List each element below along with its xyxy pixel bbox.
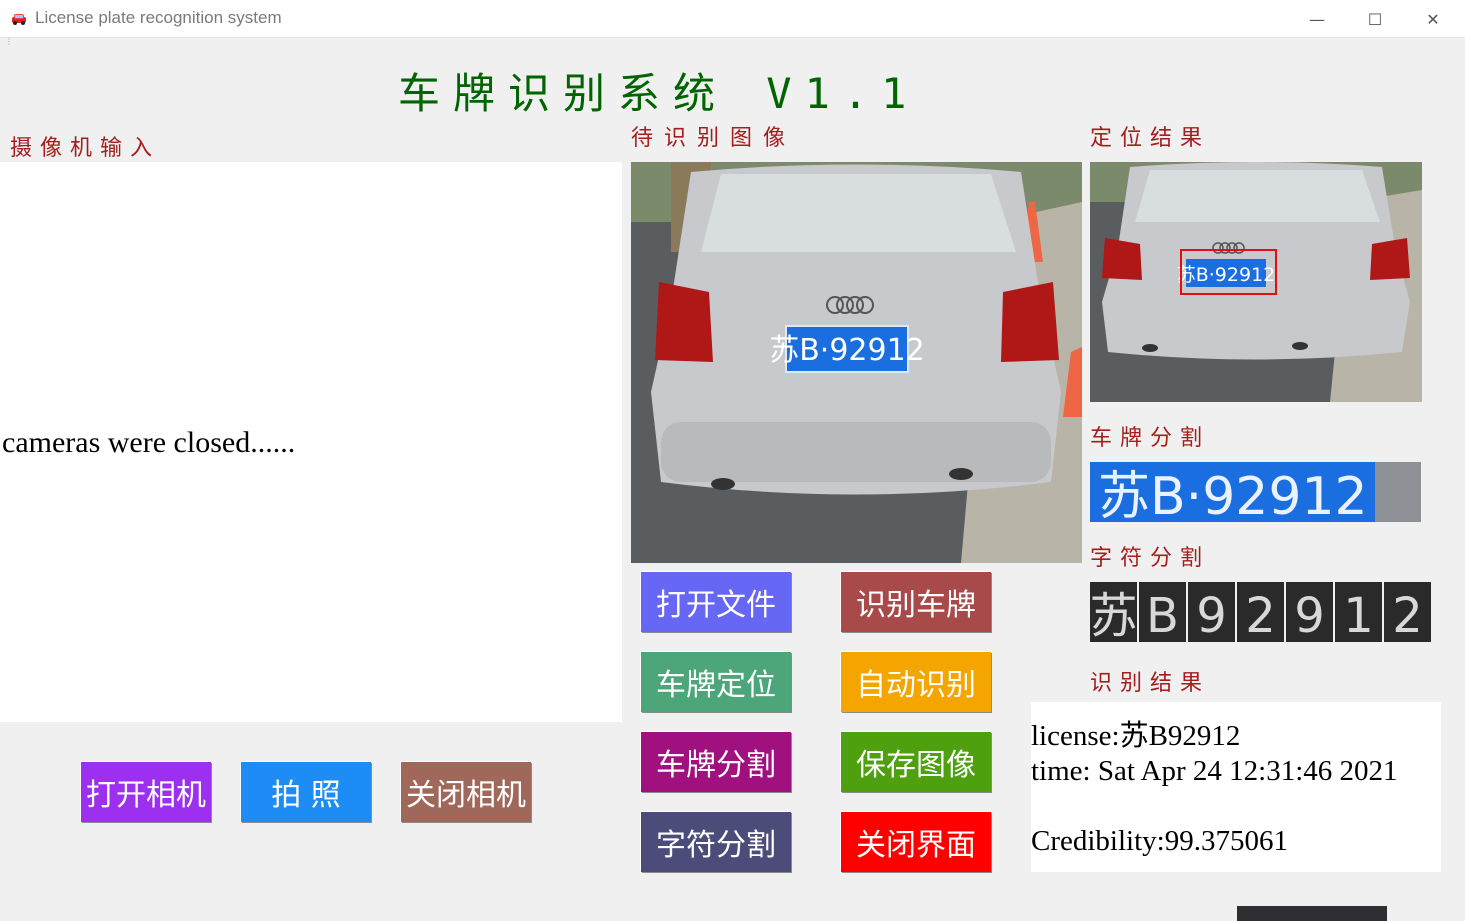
result-time: time: Sat Apr 24 12:31:46 2021	[1031, 755, 1398, 787]
segment-plate-button[interactable]: 车牌分割	[641, 732, 791, 792]
app-title: 车牌识别系统 V1.1	[398, 69, 920, 118]
location-result-label: 定位结果	[1090, 126, 1211, 151]
plate-segment-text: 苏B·92912	[1098, 467, 1368, 522]
open-file-button[interactable]: 打开文件	[641, 572, 791, 632]
input-car-image: 苏B·92912	[631, 162, 1082, 563]
camera-status-text: cameras were closed......	[2, 426, 296, 459]
recognize-plate-button[interactable]: 识别车牌	[841, 572, 991, 632]
char-tile-text: 苏	[1090, 588, 1138, 642]
maximize-button[interactable]: ☐	[1346, 0, 1404, 38]
maximize-icon: ☐	[1367, 9, 1383, 29]
close-window-button[interactable]: ✕	[1404, 0, 1462, 38]
char-tile-text: 2	[1245, 588, 1276, 642]
locate-plate-button[interactable]: 车牌定位	[641, 652, 791, 712]
recognition-result-label: 识别结果	[1090, 671, 1211, 696]
close-ui-button[interactable]: 关闭界面	[841, 812, 991, 872]
result-spacer	[1031, 789, 1441, 824]
char-tile-1: B	[1139, 582, 1186, 642]
result-license: license:苏B92912	[1031, 720, 1241, 752]
recognition-result-box: license:苏B92912 time: Sat Apr 24 12:31:4…	[1031, 702, 1441, 872]
image-to-recognize-label: 待识别图像	[631, 126, 797, 151]
location-result-image: 苏B·92912	[1090, 162, 1422, 402]
plate-text: 苏B·92912	[769, 333, 925, 368]
char-tile-text: 1	[1343, 588, 1374, 642]
char-tile-4: 9	[1286, 582, 1333, 642]
plate-segment-image: 苏B·92912	[1090, 462, 1421, 522]
grip-icon: ⋮	[5, 37, 13, 46]
title-bar: License plate recognition system — ☐ ✕	[0, 0, 1465, 38]
segment-chars-button[interactable]: 字符分割	[641, 812, 791, 872]
char-tile-text: 2	[1392, 588, 1423, 642]
open-camera-button[interactable]: 打开相机	[81, 762, 211, 822]
close-camera-button[interactable]: 关闭相机	[401, 762, 531, 822]
auto-recognize-button[interactable]: 自动识别	[841, 652, 991, 712]
taskbar-fragment	[1237, 906, 1387, 921]
plate-segmentation-label: 车牌分割	[1090, 426, 1211, 451]
char-tile-text: 9	[1196, 588, 1227, 642]
close-icon: ✕	[1426, 9, 1440, 29]
char-segmentation-label: 字符分割	[1090, 546, 1211, 571]
take-photo-button[interactable]: 拍 照	[241, 762, 371, 822]
plate-text-small: 苏B·92912	[1177, 264, 1276, 286]
char-tile-3: 2	[1237, 582, 1284, 642]
camera-view: cameras were closed......	[0, 162, 622, 722]
result-credibility: Credibility:99.375061	[1031, 825, 1288, 857]
char-tile-2: 9	[1188, 582, 1235, 642]
car-icon	[12, 14, 26, 25]
camera-input-label: 摄像机输入	[10, 136, 161, 161]
window-title: License plate recognition system	[35, 8, 282, 27]
save-image-button[interactable]: 保存图像	[841, 732, 991, 792]
char-tile-0: 苏	[1090, 582, 1138, 642]
char-tile-text: B	[1146, 588, 1179, 642]
char-tile-text: 9	[1294, 588, 1325, 642]
minimize-button[interactable]: —	[1288, 0, 1346, 38]
char-segment-strip: 苏B92912	[1090, 582, 1437, 642]
char-tile-5: 1	[1335, 582, 1382, 642]
minimize-icon: —	[1309, 9, 1325, 29]
char-tile-6: 2	[1384, 582, 1431, 642]
